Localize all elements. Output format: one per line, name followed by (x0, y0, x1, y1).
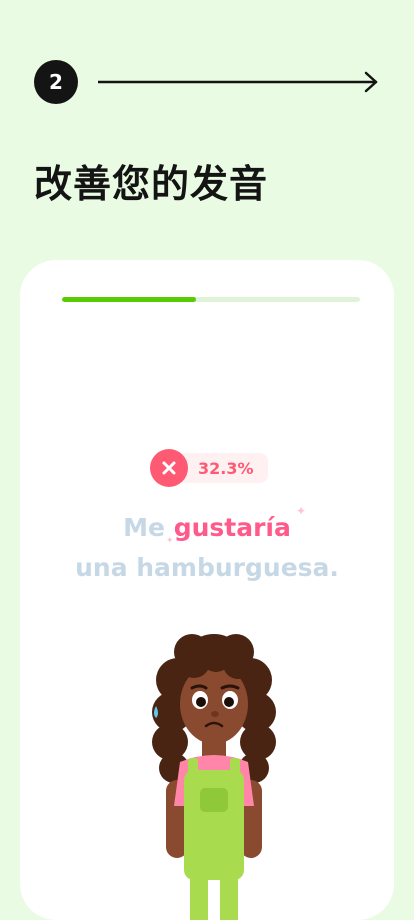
practice-sentence: Me gustaría una hamburguesa. (20, 508, 394, 588)
score-value: 32.3% (178, 453, 268, 483)
lesson-preview-card: 32.3% Me gustaría una hamburguesa. ✦ ✦ (20, 260, 394, 920)
sparkle-icon: ✦ (166, 536, 174, 546)
character-illustration (152, 634, 276, 920)
sentence-line-1: Me gustaría (20, 508, 394, 548)
step-number-badge: 2 (34, 60, 78, 104)
page-title: 改善您的发音 (34, 162, 269, 206)
highlighted-word: gustaría (173, 513, 291, 542)
lesson-progress-fill (62, 297, 197, 302)
pronunciation-score: 32.3% (150, 449, 268, 487)
sentence-line-2: una hamburguesa. (75, 553, 339, 582)
x-mark-icon (150, 449, 188, 487)
sparkle-icon: ✦ (296, 504, 307, 518)
step-indicator: 2 (34, 60, 380, 106)
long-right-arrow-icon (98, 71, 378, 93)
lesson-progress-bar (62, 297, 360, 302)
